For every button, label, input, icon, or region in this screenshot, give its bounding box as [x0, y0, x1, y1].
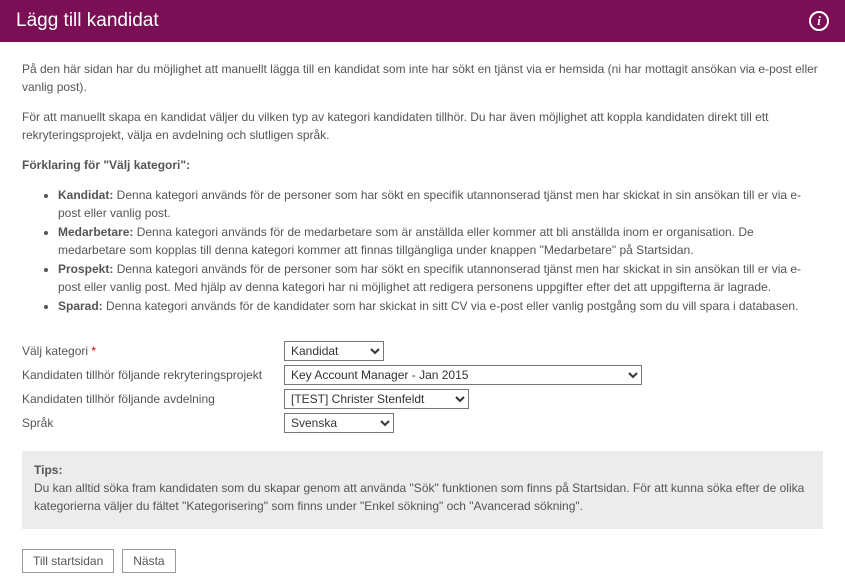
intro-paragraph-2: För att manuellt skapa en kandidat välje…	[22, 108, 823, 144]
lang-select[interactable]: Svenska	[284, 413, 394, 433]
list-item: Sparad: Denna kategori används för de ka…	[58, 297, 823, 315]
row-project: Kandidaten tillhör följande rekryterings…	[22, 365, 823, 385]
dept-select[interactable]: [TEST] Christer Stenfeldt	[284, 389, 469, 409]
next-button[interactable]: Nästa	[122, 549, 175, 573]
category-label: Välj kategori *	[22, 344, 284, 358]
info-icon[interactable]: i	[809, 11, 829, 31]
term-text: Denna kategori används för de medarbetar…	[58, 225, 754, 257]
list-item: Medarbetare: Denna kategori används för …	[58, 223, 823, 259]
required-mark: *	[91, 344, 96, 358]
row-lang: Språk Svenska	[22, 413, 823, 433]
term-text: Denna kategori används för de personer s…	[58, 188, 801, 220]
page-title: Lägg till kandidat	[16, 10, 159, 32]
tips-box: Tips: Du kan alltid söka fram kandidaten…	[22, 451, 823, 529]
row-dept: Kandidaten tillhör följande avdelning [T…	[22, 389, 823, 409]
project-label: Kandidaten tillhör följande rekryterings…	[22, 368, 284, 382]
term-text: Denna kategori används för de personer s…	[58, 262, 801, 294]
category-select[interactable]: Kandidat	[284, 341, 384, 361]
page-header: Lägg till kandidat i	[0, 0, 845, 42]
project-select[interactable]: Key Account Manager - Jan 2015	[284, 365, 642, 385]
home-button[interactable]: Till startsidan	[22, 549, 114, 573]
button-row: Till startsidan Nästa	[22, 549, 823, 573]
explain-title: Förklaring för "Välj kategori":	[22, 156, 823, 174]
row-category: Välj kategori * Kandidat	[22, 341, 823, 361]
category-explanation-list: Kandidat: Denna kategori används för de …	[22, 186, 823, 315]
list-item: Prospekt: Denna kategori används för de …	[58, 260, 823, 296]
form-area: Välj kategori * Kandidat Kandidaten till…	[22, 341, 823, 433]
term: Sparad:	[58, 299, 103, 313]
term: Prospekt:	[58, 262, 113, 276]
term: Kandidat:	[58, 188, 113, 202]
list-item: Kandidat: Denna kategori används för de …	[58, 186, 823, 222]
dept-label: Kandidaten tillhör följande avdelning	[22, 392, 284, 406]
lang-label: Språk	[22, 416, 284, 430]
intro-paragraph-1: På den här sidan har du möjlighet att ma…	[22, 60, 823, 96]
label-text: Välj kategori	[22, 344, 88, 358]
tips-body: Du kan alltid söka fram kandidaten som d…	[34, 481, 804, 513]
page-content: På den här sidan har du möjlighet att ma…	[0, 42, 845, 585]
intro-text: På den här sidan har du möjlighet att ma…	[22, 60, 823, 174]
term-text: Denna kategori används för de kandidater…	[103, 299, 799, 313]
tips-title: Tips:	[34, 461, 811, 479]
term: Medarbetare:	[58, 225, 133, 239]
